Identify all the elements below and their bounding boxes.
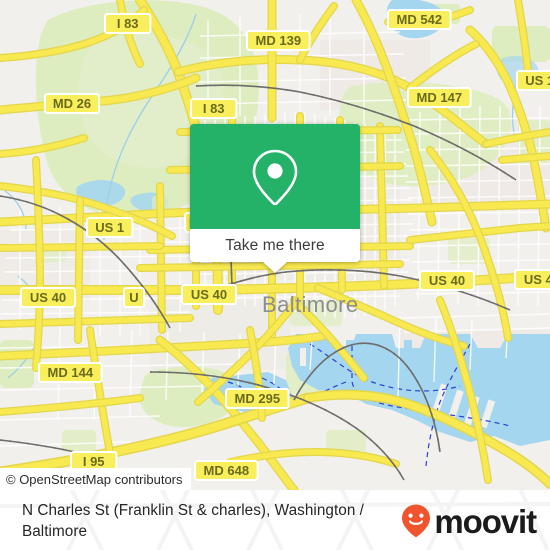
road-shield-label: MD 26	[53, 96, 91, 111]
take-me-there-button[interactable]: Take me there	[190, 229, 360, 262]
road-shield-label: MD 144	[48, 365, 94, 380]
take-me-there-label: Take me there	[225, 236, 325, 254]
road-shield-label: US 40	[30, 290, 66, 305]
road-shield: MD 26	[44, 93, 100, 114]
road-shield-label: MD 295	[235, 391, 281, 406]
moovit-pin-icon	[402, 504, 431, 537]
road-shield-label: MD 542	[397, 12, 443, 27]
road-shield-label: US 40	[429, 273, 465, 288]
moovit-wordmark: moovit	[434, 502, 537, 540]
road-shield: US 1	[86, 217, 134, 238]
road-shield-label: US 40	[191, 287, 227, 302]
road-shield-label: MD 648	[204, 463, 250, 478]
road-shield: US 40	[20, 287, 76, 308]
road-shield: MD 542	[387, 9, 452, 30]
osm-attribution[interactable]: © OpenStreetMap contributors	[0, 468, 191, 490]
road-shield: US 40	[181, 284, 237, 305]
road-shield-label: MD 147	[417, 90, 463, 105]
road-shield-label: US 40	[524, 272, 550, 287]
road-shield: I 83	[190, 98, 238, 119]
road-shield-label: I 83	[117, 16, 139, 31]
station-title: N Charles St (Franklin St & charles), Wa…	[22, 502, 364, 540]
moovit-logo[interactable]: moovit	[400, 502, 537, 540]
road-shield: US 1	[516, 70, 550, 91]
station-popup-card[interactable]: Take me there	[190, 124, 360, 273]
popup-pointer	[263, 262, 287, 273]
road-shield-label: US 1	[95, 220, 124, 235]
moovit-station-page: .pk { fill:#deedc0; } .pk2 { fill:#e5eed…	[0, 0, 550, 550]
road-shield: I 83	[104, 13, 152, 34]
road-shield-label: I 95	[83, 454, 105, 469]
road-shield: US 40	[514, 269, 550, 290]
road-shield: MD 295	[225, 388, 290, 409]
road-shield: MD 139	[246, 30, 311, 51]
road-shield: MD 147	[407, 87, 472, 108]
road-shield-label: US 1	[525, 73, 550, 88]
road-shield-label: U	[129, 290, 138, 305]
road-shield-label: I 83	[203, 101, 225, 116]
svg-text:Baltimore: Baltimore	[262, 292, 359, 317]
footer-bar: N Charles St (Franklin St & charles), Wa…	[0, 490, 550, 550]
road-shield-label: MD 139	[256, 33, 302, 48]
map-pin-icon	[252, 149, 298, 205]
popup-icon-area	[190, 124, 360, 229]
road-shield: US 40	[419, 270, 475, 291]
road-shield: MD 144	[38, 362, 103, 383]
road-shield: U	[123, 287, 145, 308]
road-shield: MD 648	[194, 460, 259, 481]
